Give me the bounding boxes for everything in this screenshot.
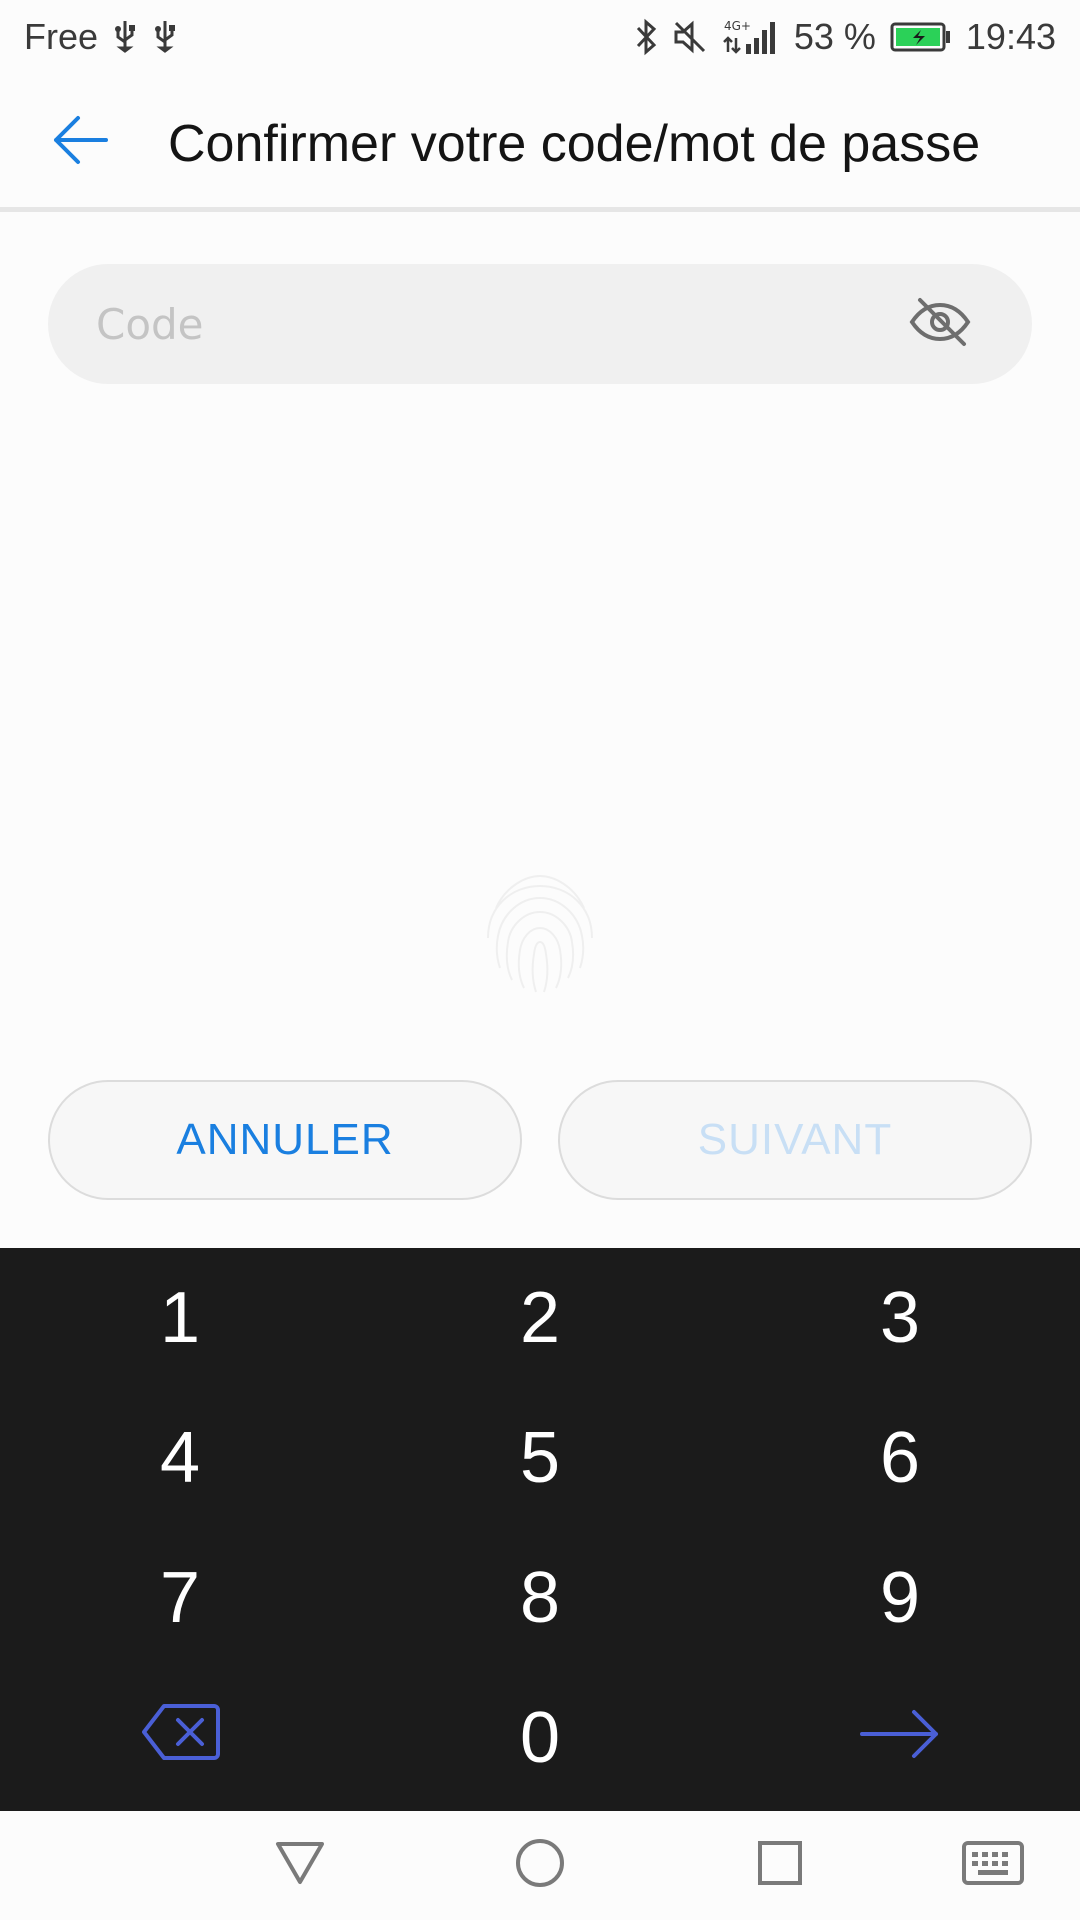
battery-percent: 53 % xyxy=(793,16,876,57)
status-bar: Free 4G+ 53 % 19:43 xyxy=(0,0,1080,74)
back-triangle-icon xyxy=(274,1840,326,1890)
nav-recents-button[interactable] xyxy=(745,1833,815,1897)
key-4[interactable]: 4 xyxy=(0,1388,360,1528)
usb-icon xyxy=(112,19,138,55)
status-right: 4G+ 53 % 19:43 xyxy=(634,16,1056,58)
usb-icon xyxy=(152,19,178,55)
battery-charging-icon xyxy=(890,21,952,53)
nav-back-button[interactable] xyxy=(265,1833,335,1897)
key-1[interactable]: 1 xyxy=(0,1248,360,1388)
enter-arrow-icon xyxy=(858,1697,942,1779)
key-6[interactable]: 6 xyxy=(720,1388,1080,1528)
key-8[interactable]: 8 xyxy=(360,1528,720,1668)
page-title: Confirmer votre code/mot de passe xyxy=(168,115,981,173)
carrier-name: Free xyxy=(24,16,99,57)
lock-code-confirm-screen: Free 4G+ 53 % 19:43 Confirmer votre code… xyxy=(0,0,1080,1920)
key-5[interactable]: 5 xyxy=(360,1388,720,1528)
key-2[interactable]: 2 xyxy=(360,1248,720,1388)
nav-keyboard-button[interactable] xyxy=(955,1833,1031,1897)
title-bar: Confirmer votre code/mot de passe xyxy=(0,74,1080,212)
key-7[interactable]: 7 xyxy=(0,1528,360,1668)
keyboard-icon xyxy=(961,1840,1025,1890)
signal-icon: 4G+ xyxy=(722,18,780,56)
next-button[interactable]: SUIVANT xyxy=(558,1080,1032,1200)
nav-home-button[interactable] xyxy=(505,1833,575,1897)
toggle-visibility-button[interactable] xyxy=(908,294,972,354)
bluetooth-icon xyxy=(634,18,658,56)
home-circle-icon xyxy=(514,1837,566,1893)
numeric-keypad: 1 2 3 4 5 6 7 8 9 0 xyxy=(0,1248,1080,1811)
key-9[interactable]: 9 xyxy=(720,1528,1080,1668)
key-0[interactable]: 0 xyxy=(360,1668,720,1808)
eye-off-icon xyxy=(908,296,972,352)
fingerprint-icon xyxy=(476,868,604,1000)
navigation-bar xyxy=(0,1811,1080,1920)
cancel-button[interactable]: ANNULER xyxy=(48,1080,522,1200)
network-type-label: 4G+ xyxy=(724,19,751,33)
clock: 19:43 xyxy=(965,16,1056,57)
back-button[interactable] xyxy=(40,102,120,182)
code-input[interactable] xyxy=(96,264,896,384)
enter-key[interactable] xyxy=(720,1668,1080,1808)
status-left: Free xyxy=(24,16,178,58)
code-field[interactable] xyxy=(48,264,1032,384)
mute-icon xyxy=(672,19,708,55)
delete-key[interactable] xyxy=(0,1668,360,1808)
back-arrow-icon xyxy=(50,112,110,172)
key-3[interactable]: 3 xyxy=(720,1248,1080,1388)
recents-square-icon xyxy=(757,1840,803,1890)
backspace-icon xyxy=(140,1697,220,1779)
